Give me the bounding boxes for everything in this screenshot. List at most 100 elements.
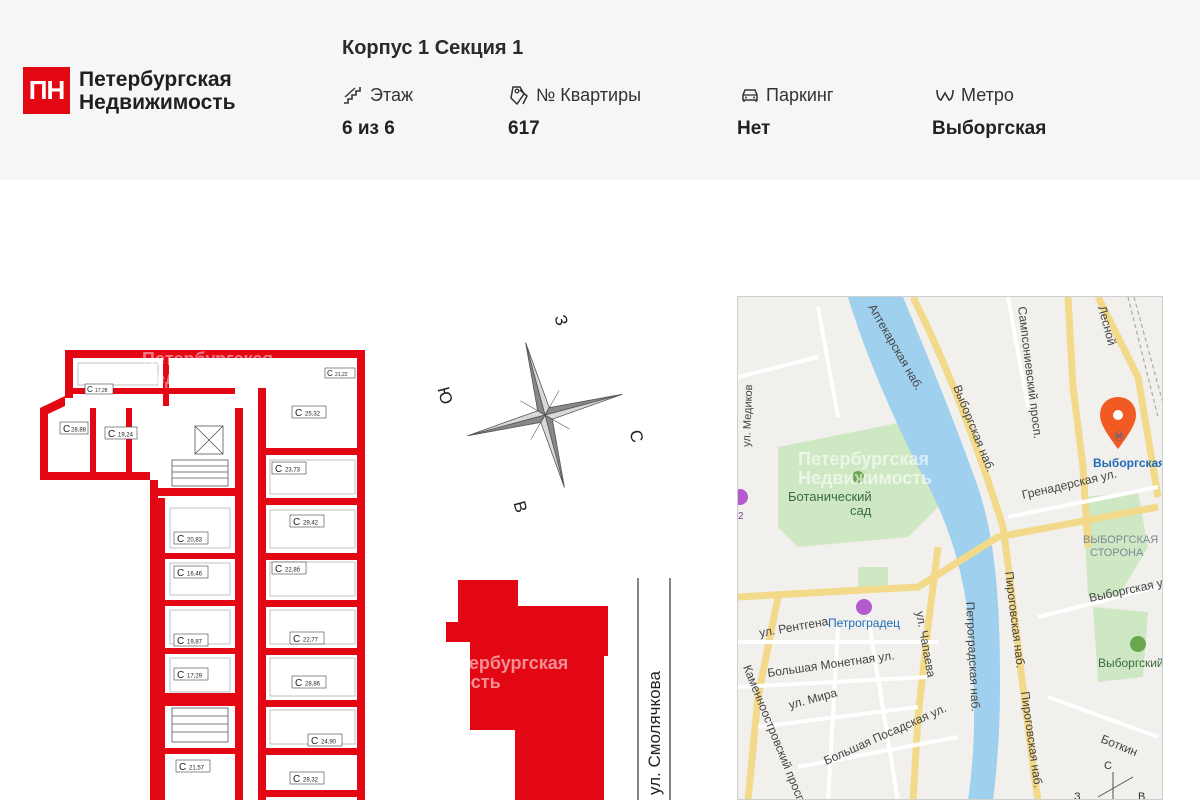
map-label: сад bbox=[850, 503, 872, 518]
watermark: Петербургская Недвижимость bbox=[142, 349, 277, 388]
metro-marker-icon: Ⓜ bbox=[1114, 431, 1124, 443]
stat-metro-value: Выборгская bbox=[932, 118, 1047, 139]
unit-label: С bbox=[108, 429, 115, 440]
floor-plan[interactable]: С 28,88 С 19,24 С 17,28 С 21,22 С 25,32 С 23,7… bbox=[30, 348, 370, 800]
unit-badge[interactable]: С 28,88 bbox=[59, 421, 89, 435]
unit-badge[interactable]: С 21,57 bbox=[175, 759, 211, 773]
svg-text:З: З bbox=[1074, 791, 1081, 800]
metro-icon bbox=[936, 89, 954, 101]
svg-text:В: В bbox=[1138, 791, 1145, 800]
logo[interactable]: ПН Петербургская Недвижимость bbox=[23, 67, 235, 114]
unit-area: 19,87 bbox=[187, 640, 203, 646]
logo-line-2: Недвижимость bbox=[79, 90, 236, 114]
unit-area: 23,73 bbox=[285, 468, 301, 474]
watermark: Петербургская Недвижимость bbox=[798, 449, 933, 488]
watermark: тербургская ость bbox=[460, 653, 569, 692]
street-label: ул. Смолячкова bbox=[645, 671, 664, 795]
unit-badge[interactable]: С 20,83 bbox=[173, 531, 209, 545]
unit-badge[interactable]: С 28,86 bbox=[291, 675, 327, 689]
stat-floor: Этаж 6 из 6 bbox=[342, 84, 413, 140]
unit-label: С bbox=[311, 736, 318, 747]
unit-area: 25,32 bbox=[305, 412, 321, 418]
unit-badge[interactable]: С 25,32 bbox=[291, 405, 327, 419]
compass-rose: З С В Ю bbox=[430, 310, 660, 520]
unit-area: 17,28 bbox=[95, 388, 108, 394]
map-label: Выборгский bbox=[1098, 656, 1163, 670]
unit-label: С bbox=[327, 369, 333, 378]
unit-badge[interactable]: С 22,77 bbox=[289, 631, 325, 645]
stat-floor-value: 6 из 6 bbox=[342, 118, 395, 139]
museum-icon bbox=[1130, 636, 1146, 652]
svg-text:С: С bbox=[1104, 760, 1112, 772]
stat-apartment-label: № Квартиры bbox=[536, 84, 642, 105]
unit-area: 22,77 bbox=[303, 638, 319, 644]
unit-badge[interactable]: С 21,22 bbox=[324, 367, 356, 379]
unit-badge[interactable]: С 17,29 bbox=[173, 667, 209, 681]
unit-label: С bbox=[179, 762, 186, 773]
unit-badge[interactable]: С 24,90 bbox=[307, 733, 343, 747]
stat-parking-label: Паркинг bbox=[766, 84, 834, 105]
stat-apartment-value: 617 bbox=[508, 118, 540, 139]
stat-apartment: № Квартиры 617 bbox=[508, 84, 641, 140]
unit-area: 29,42 bbox=[303, 521, 319, 527]
unit-label: С bbox=[87, 385, 93, 394]
unit-badge[interactable]: С 29,32 bbox=[289, 771, 325, 785]
stat-metro: Метро Выборгская bbox=[932, 84, 1047, 140]
map-label: ВЫБОРГСКАЯ bbox=[1083, 534, 1158, 546]
unit-badge[interactable]: С 16,46 bbox=[173, 565, 209, 579]
logo-text: Петербургская Недвижимость bbox=[79, 68, 235, 114]
unit-badge[interactable]: С 29,42 bbox=[289, 514, 325, 528]
map-label: 2 bbox=[738, 511, 744, 522]
unit-area: 22,8б bbox=[285, 568, 301, 574]
unit-badge[interactable]: С 22,8б bbox=[271, 561, 307, 575]
unit-area: 28,88 bbox=[71, 428, 87, 434]
unit-label: С bbox=[177, 534, 184, 545]
keys-icon bbox=[510, 86, 528, 106]
unit-label: С bbox=[293, 634, 300, 645]
header: ПН Петербургская Недвижимость Корпус 1 С… bbox=[0, 0, 1200, 180]
unit-label: С bbox=[293, 517, 300, 528]
unit-area: 17,29 bbox=[187, 674, 203, 680]
unit-area: 21,57 bbox=[189, 766, 205, 772]
unit-label: С bbox=[295, 678, 302, 689]
compass-north-label: С bbox=[626, 428, 648, 445]
unit-badge[interactable]: С 23,73 bbox=[271, 461, 307, 475]
unit-area: 19,24 bbox=[118, 433, 134, 439]
location-map[interactable]: Аптекарская наб. Выборгская наб. Сампсон… bbox=[737, 296, 1163, 800]
unit-label: С bbox=[63, 424, 70, 435]
unit-area: 16,46 bbox=[187, 572, 203, 578]
unit-label: С bbox=[293, 774, 300, 785]
unit-badge[interactable]: С 17,28 bbox=[84, 383, 114, 395]
compass-west-label: З bbox=[551, 313, 572, 328]
map-label: ул. Медиков bbox=[741, 384, 755, 447]
unit-badge[interactable]: С 19,87 bbox=[173, 633, 209, 647]
logo-mark: ПН bbox=[23, 67, 70, 114]
unit-label: С bbox=[177, 636, 184, 647]
compass-south-label: Ю bbox=[434, 385, 457, 407]
map-label: Петроградец bbox=[828, 616, 900, 630]
unit-badge[interactable]: С 19,24 bbox=[104, 426, 138, 440]
unit-label: С bbox=[275, 464, 282, 475]
stat-floor-label: Этаж bbox=[370, 84, 414, 105]
unit-area: 28,86 bbox=[305, 682, 321, 688]
poi-icon[interactable] bbox=[856, 599, 872, 615]
map-label: Ботанический bbox=[788, 489, 872, 504]
stat-parking: Паркинг Нет bbox=[737, 84, 834, 140]
logo-line-1: Петербургская bbox=[79, 67, 232, 91]
car-icon bbox=[742, 89, 758, 102]
unit-area: 20,83 bbox=[187, 538, 203, 544]
map-metro-label: Выборгская bbox=[1093, 456, 1163, 470]
stat-metro-label: Метро bbox=[961, 84, 1014, 105]
unit-area: 29,32 bbox=[303, 778, 319, 784]
unit-label: С bbox=[177, 670, 184, 681]
unit-area: 21,22 bbox=[335, 372, 348, 378]
site-context: ул. Смолячкова тербургская ость bbox=[430, 570, 750, 800]
map-label: СТОРОНА bbox=[1090, 547, 1144, 559]
page: ПН Петербургская Недвижимость Корпус 1 С… bbox=[0, 0, 1200, 800]
unit-area: 24,90 bbox=[321, 740, 337, 746]
stat-parking-value: Нет bbox=[737, 118, 771, 139]
unit-label: С bbox=[295, 408, 302, 419]
unit-label: С bbox=[275, 564, 282, 575]
stairs-icon bbox=[344, 87, 361, 104]
floor-plan-drawing: С 28,88 С 19,24 С 17,28 С 21,22 С 25,32 С 23,7… bbox=[40, 350, 365, 800]
